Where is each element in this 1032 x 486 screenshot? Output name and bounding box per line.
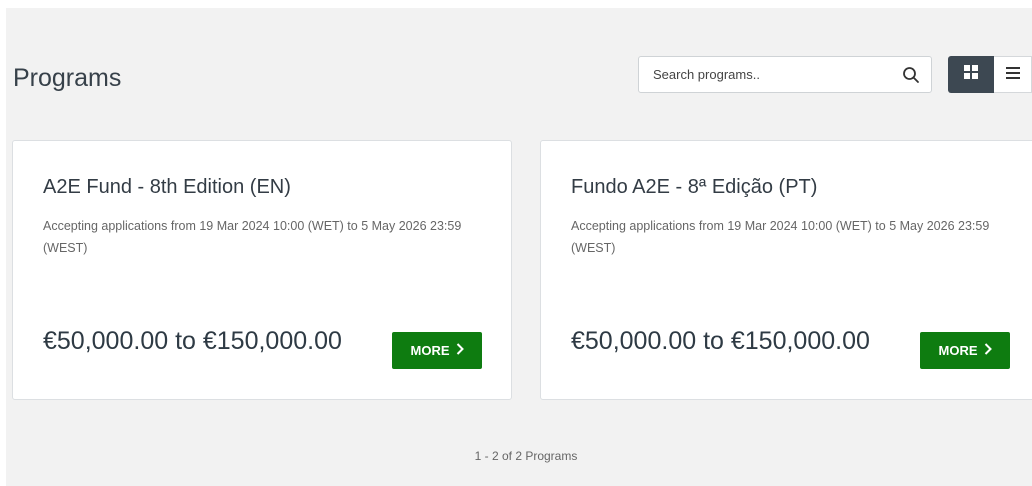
program-card: Fundo A2E - 8ª Edição (PT) Accepting app… [540,140,1032,400]
search-box [638,56,932,93]
program-amount: €50,000.00 to €150,000.00 [43,327,342,355]
chevron-right-icon [456,343,464,358]
more-button[interactable]: MORE [920,332,1010,369]
program-title[interactable]: A2E Fund - 8th Edition (EN) [43,176,291,199]
program-card: A2E Fund - 8th Edition (EN) Accepting ap… [12,140,512,400]
view-toggle [948,56,1032,93]
program-amount: €50,000.00 to €150,000.00 [571,327,870,355]
search-input[interactable] [639,57,889,92]
page-container: Programs Search programs.. A2E Fund - 8t… [6,8,1032,486]
search-icon[interactable] [902,66,920,84]
list-view-icon [1005,66,1020,84]
more-button-label: MORE [410,343,450,358]
page-title: Programs [13,64,122,92]
program-description: Accepting applications from 19 Mar 2024 … [571,219,990,255]
grid-view-button[interactable] [948,56,994,93]
more-button-label: MORE [938,343,978,358]
pagination-summary: 1 - 2 of 2 Programs [474,449,578,463]
list-view-button[interactable] [994,56,1032,93]
program-title[interactable]: Fundo A2E - 8ª Edição (PT) [571,176,817,199]
program-description: Accepting applications from 19 Mar 2024 … [43,219,462,255]
more-button[interactable]: MORE [392,332,482,369]
grid-view-icon [964,65,978,84]
chevron-right-icon [984,343,992,358]
